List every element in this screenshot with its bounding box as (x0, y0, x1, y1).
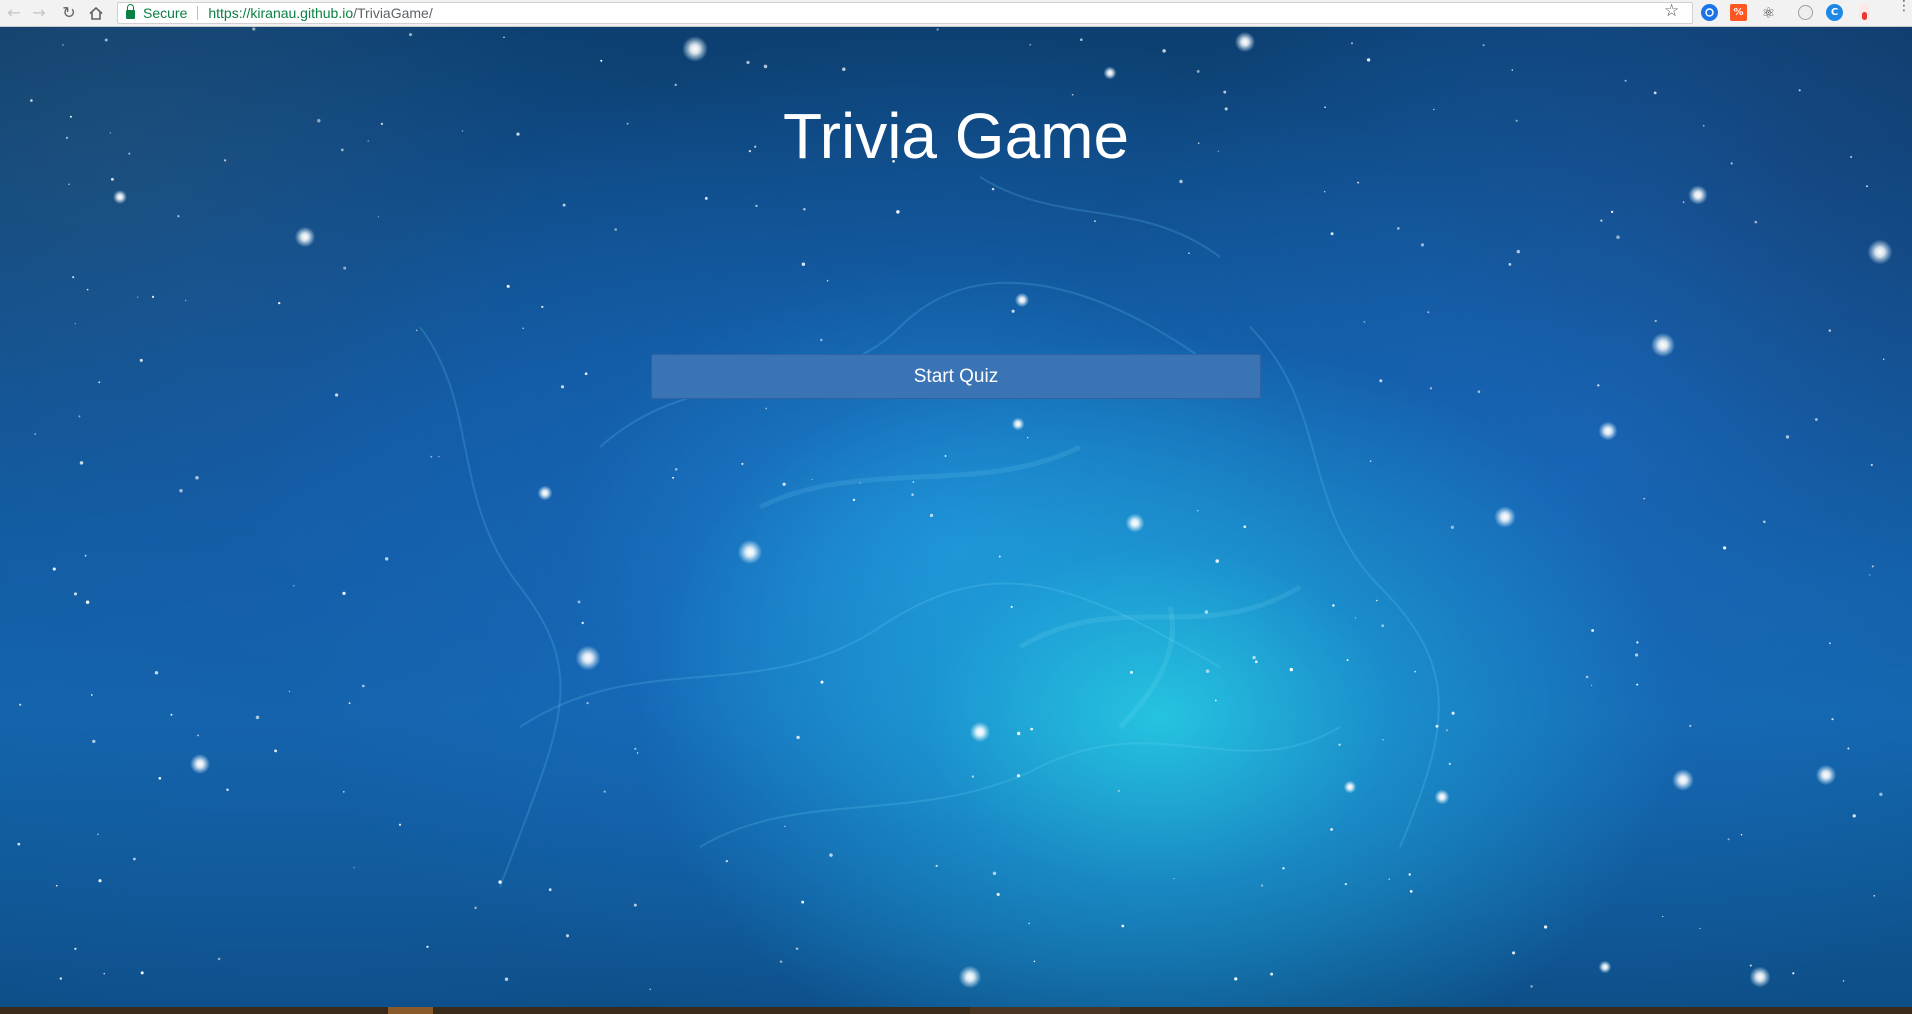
start-quiz-button[interactable]: Start Quiz (651, 354, 1261, 399)
lock-icon (126, 4, 135, 19)
extension-blue-icon[interactable] (1701, 4, 1718, 21)
page-background: Trivia Game Start Quiz (0, 27, 1912, 1007)
extension-orange-icon[interactable]: % (1730, 4, 1747, 21)
reload-icon[interactable]: ↻ (57, 2, 81, 24)
extension-red-icon[interactable] (1859, 4, 1870, 21)
taskbar (0, 1007, 1912, 1014)
forward-arrow-icon[interactable]: → (27, 2, 51, 24)
home-icon[interactable] (84, 2, 108, 24)
extension-blue-c-icon[interactable]: C (1826, 4, 1843, 21)
browser-toolbar: ← → ↻ Secure https://kiranau.github.io/T… (0, 0, 1912, 27)
more-vertical-icon[interactable]: ⋮ (1897, 0, 1911, 13)
star-field (17, 27, 1893, 990)
taskbar-item[interactable] (388, 1007, 433, 1014)
back-arrow-icon[interactable]: ← (2, 2, 26, 24)
extension-white-circle-icon[interactable] (1798, 5, 1813, 20)
react-devtools-icon[interactable]: ⚛ (1760, 4, 1777, 22)
page-title: Trivia Game (782, 100, 1130, 172)
url-path: /TriviaGame/ (353, 5, 433, 21)
url-host: https://kiranau.github.io (208, 5, 354, 21)
omnibox-divider (197, 6, 199, 20)
secure-label: Secure (143, 5, 188, 21)
address-bar[interactable]: Secure https://kiranau.github.io/TriviaG… (117, 2, 1693, 24)
star-icon[interactable]: ☆ (1664, 1, 1679, 21)
taskbar-item[interactable] (970, 1007, 1120, 1014)
